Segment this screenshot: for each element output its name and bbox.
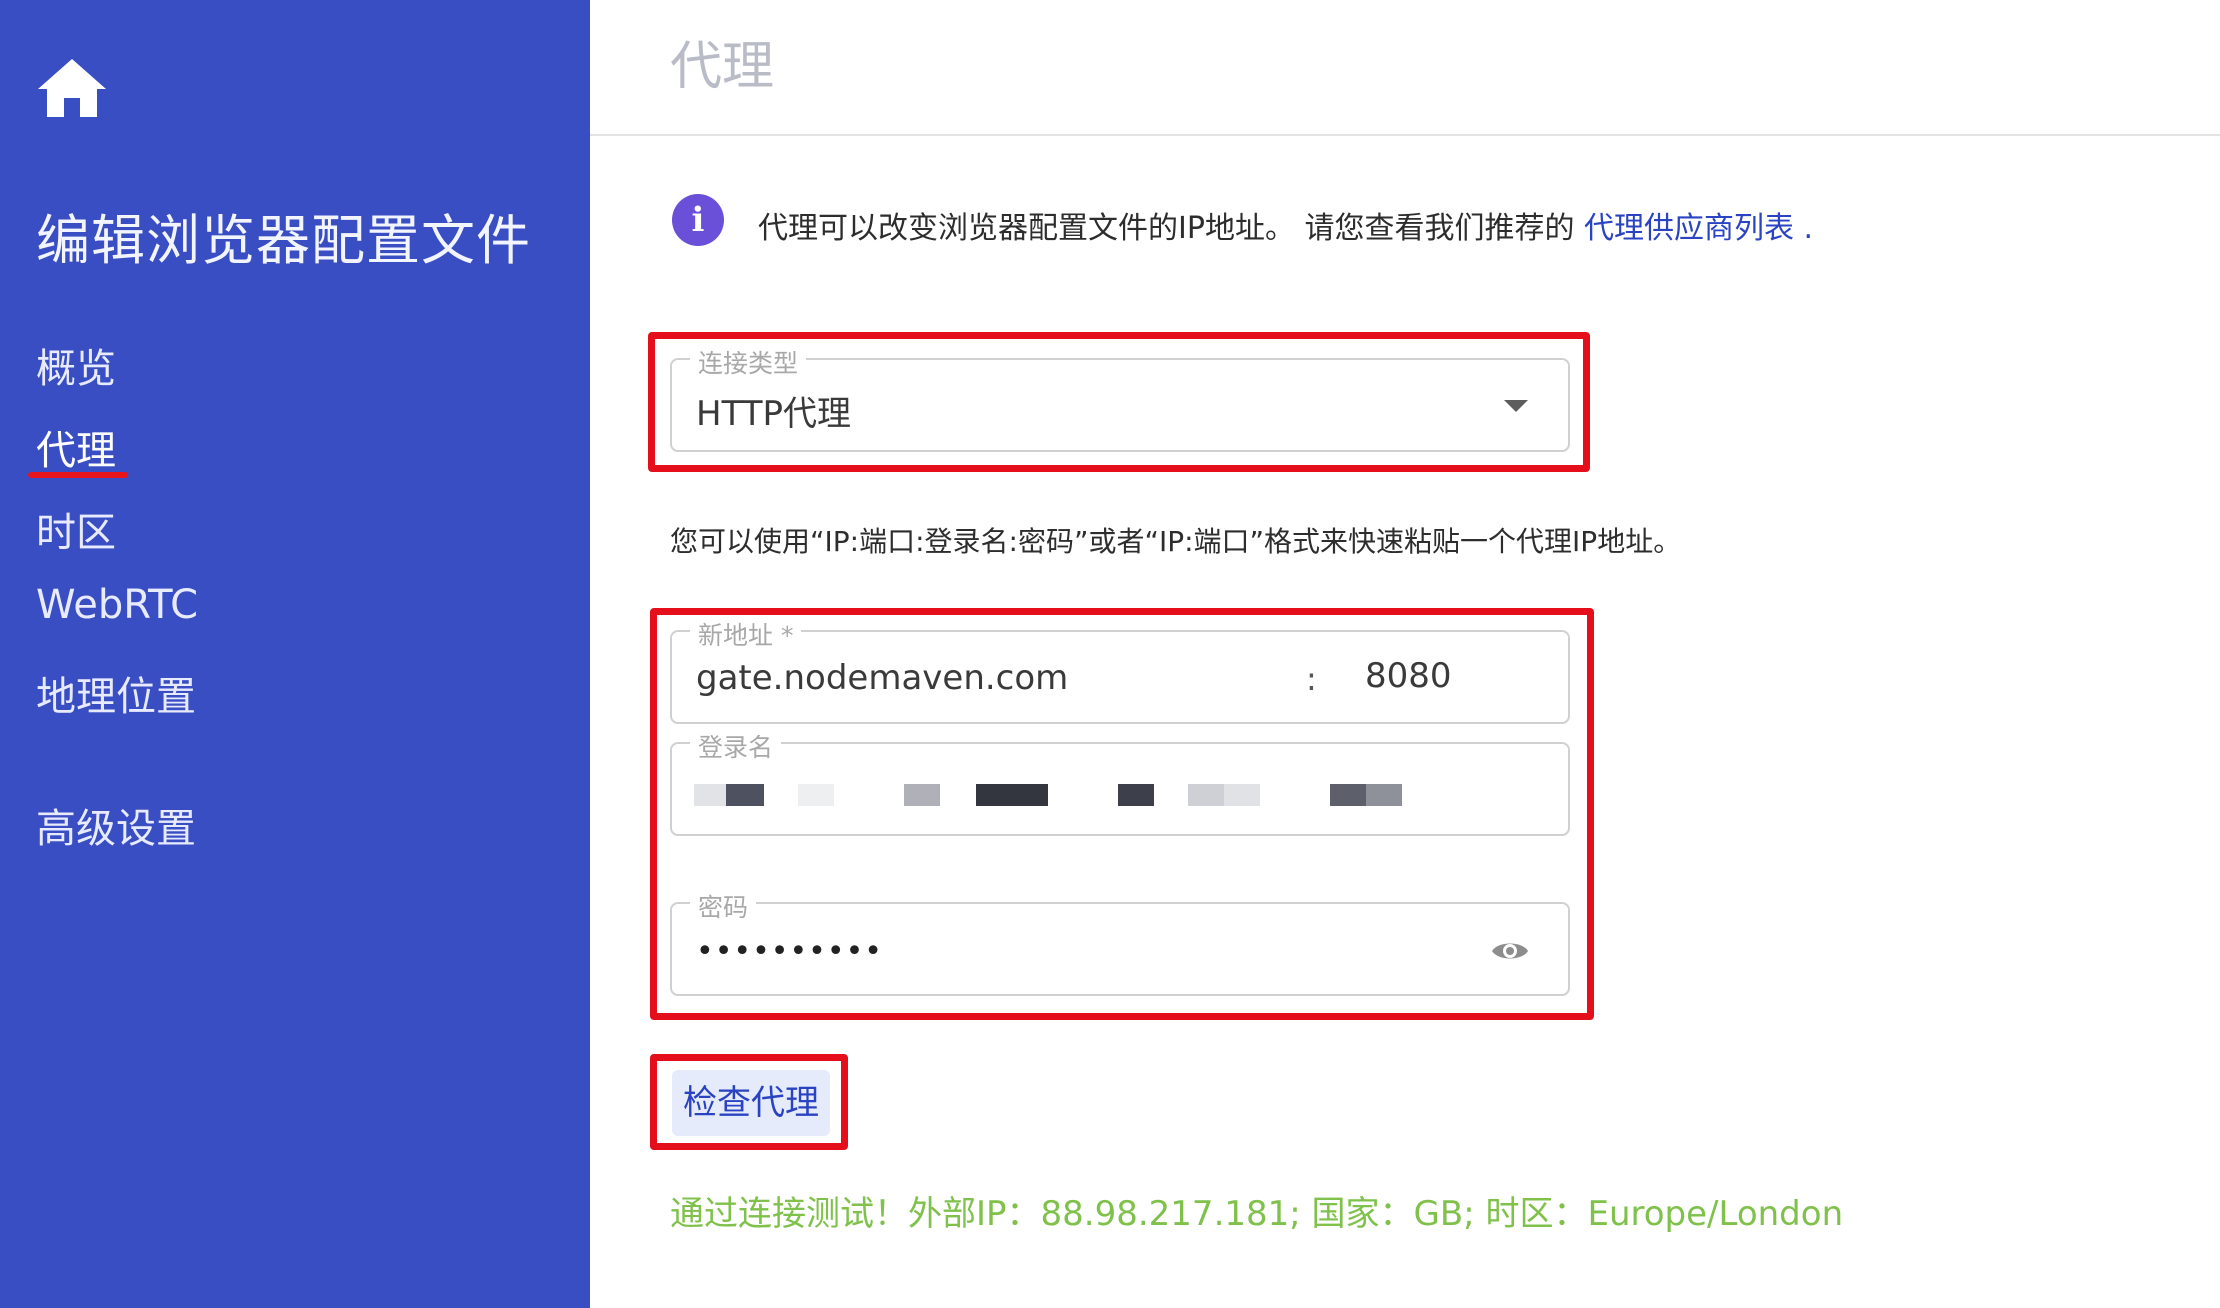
page-title: 代理 bbox=[670, 37, 775, 97]
address-host-input[interactable]: gate.nodemaven.com bbox=[696, 658, 1068, 698]
port-input[interactable]: 8080 bbox=[1365, 656, 1452, 696]
sidebar-title: 编辑浏览器配置文件 bbox=[36, 209, 531, 272]
proxy-providers-link[interactable]: 代理供应商列表 bbox=[1584, 211, 1794, 246]
sidebar: 编辑浏览器配置文件 概览 代理 时区 WebRTC 地理位置 高级设置 bbox=[0, 0, 590, 1308]
chevron-down-icon[interactable] bbox=[1504, 400, 1528, 412]
login-label: 登录名 bbox=[690, 728, 782, 764]
sidebar-item-proxy[interactable]: 代理 bbox=[36, 418, 116, 476]
sidebar-item-geolocation[interactable]: 地理位置 bbox=[36, 664, 196, 722]
sidebar-item-webrtc[interactable]: WebRTC bbox=[36, 582, 198, 628]
eye-icon[interactable] bbox=[1490, 938, 1530, 964]
port-separator: : bbox=[1306, 660, 1317, 698]
sidebar-item-advanced[interactable]: 高级设置 bbox=[36, 796, 196, 854]
sidebar-item-overview[interactable]: 概览 bbox=[36, 336, 116, 394]
connection-type-value: HTTP代理 bbox=[696, 394, 852, 434]
connection-test-result: 通过连接测试！外部IP：88.98.217.181; 国家：GB; 时区：Eur… bbox=[670, 1194, 1844, 1234]
info-text: 代理可以改变浏览器配置文件的IP地址。 请您查看我们推荐的 bbox=[758, 211, 1585, 246]
paste-format-hint: 您可以使用“IP:端口:登录名:密码”或者“IP:端口”格式来快速粘贴一个代理I… bbox=[670, 525, 1682, 558]
info-trailing-dot: . bbox=[1794, 211, 1814, 246]
password-input[interactable]: •••••••••• bbox=[696, 934, 883, 969]
connection-type-label: 连接类型 bbox=[690, 344, 807, 380]
address-label: 新地址 * bbox=[690, 616, 802, 652]
password-field[interactable]: 密码 •••••••••• bbox=[670, 888, 1570, 996]
home-icon[interactable] bbox=[36, 55, 108, 121]
info-icon: i bbox=[672, 194, 724, 246]
app-window: 编辑浏览器配置文件 概览 代理 时区 WebRTC 地理位置 高级设置 代理 i… bbox=[0, 0, 2220, 1308]
info-message: 代理可以改变浏览器配置文件的IP地址。 请您查看我们推荐的 代理供应商列表 . bbox=[758, 203, 1813, 247]
page-header: 代理 bbox=[590, 0, 2220, 136]
password-label: 密码 bbox=[690, 888, 757, 924]
active-nav-underline bbox=[28, 472, 128, 478]
connection-type-select[interactable]: 连接类型 HTTP代理 bbox=[670, 344, 1570, 452]
check-proxy-button[interactable]: 检查代理 bbox=[672, 1070, 830, 1136]
sidebar-item-timezone[interactable]: 时区 bbox=[36, 500, 116, 558]
